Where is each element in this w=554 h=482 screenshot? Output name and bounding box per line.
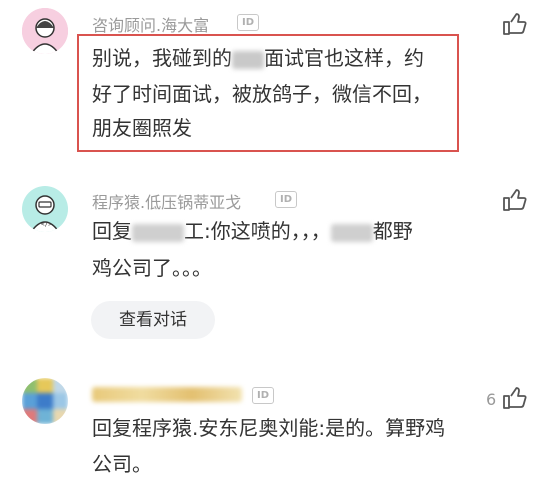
thumbs-up-icon[interactable] xyxy=(502,12,528,36)
avatar[interactable] xyxy=(22,378,68,424)
comment-2: </> 程序猿.低压锅蒂亚戈 ID 回复 工:你这喷的，，， 都野 鸡公司了。。。 … xyxy=(0,170,554,350)
id-badge-icon: ID xyxy=(275,191,297,208)
reply-text: 回复 工:你这喷的，，， 都野 xyxy=(92,213,413,249)
reply-text: 鸡公司了。。。 xyxy=(92,256,212,280)
avatar[interactable] xyxy=(22,8,68,54)
reply-prefix: 回复 xyxy=(92,219,132,243)
comment-1: 咨询顾问.海大富 ID 别说，我碰到的 面试官也这样，约 好了时间面试，被放鸽子，… xyxy=(0,0,554,160)
comment-text: 好了时间面试，被放鸽子，微信不回， xyxy=(92,82,432,106)
like-count: 6 xyxy=(486,390,497,409)
username[interactable]: 程序猿.低压锅蒂亚戈 xyxy=(92,189,241,213)
avatar-icon xyxy=(22,8,68,54)
id-badge-icon: ID xyxy=(252,387,274,404)
svg-text:</>: </> xyxy=(41,221,52,228)
avatar-icon xyxy=(22,378,68,424)
reply-text-part: 都野 xyxy=(372,219,413,243)
avatar[interactable]: </> xyxy=(22,186,68,232)
comment-3: ID 6 回复程序猿.安东尼奥刘能:是的。算野鸡 公司。 xyxy=(0,360,554,478)
username[interactable]: 咨询顾问.海大富 xyxy=(92,12,209,36)
blurred-text xyxy=(132,223,184,242)
reply-text: 回复程序猿.安东尼奥刘能:是的。算野鸡 xyxy=(92,416,446,440)
comment-text-part: 别说，我碰到的 xyxy=(92,46,232,70)
view-conversation-button[interactable]: 查看对话 xyxy=(91,301,215,339)
reply-text: 公司。 xyxy=(92,452,152,476)
blurred-text xyxy=(330,223,373,242)
comment-text: 别说，我碰到的 面试官也这样，约 xyxy=(92,40,424,76)
comment-text: 朋友圈照发 xyxy=(92,116,192,140)
avatar-icon: </> xyxy=(22,186,68,232)
blurred-text xyxy=(232,50,264,69)
blurred-username xyxy=(92,387,242,402)
id-badge-icon: ID xyxy=(237,14,259,31)
comment-text-part: 面试官也这样，约 xyxy=(264,46,424,70)
reply-text-part: 工:你这喷的，，， xyxy=(184,219,331,243)
thumbs-up-icon[interactable] xyxy=(502,188,528,212)
thumbs-up-icon[interactable] xyxy=(502,386,528,410)
